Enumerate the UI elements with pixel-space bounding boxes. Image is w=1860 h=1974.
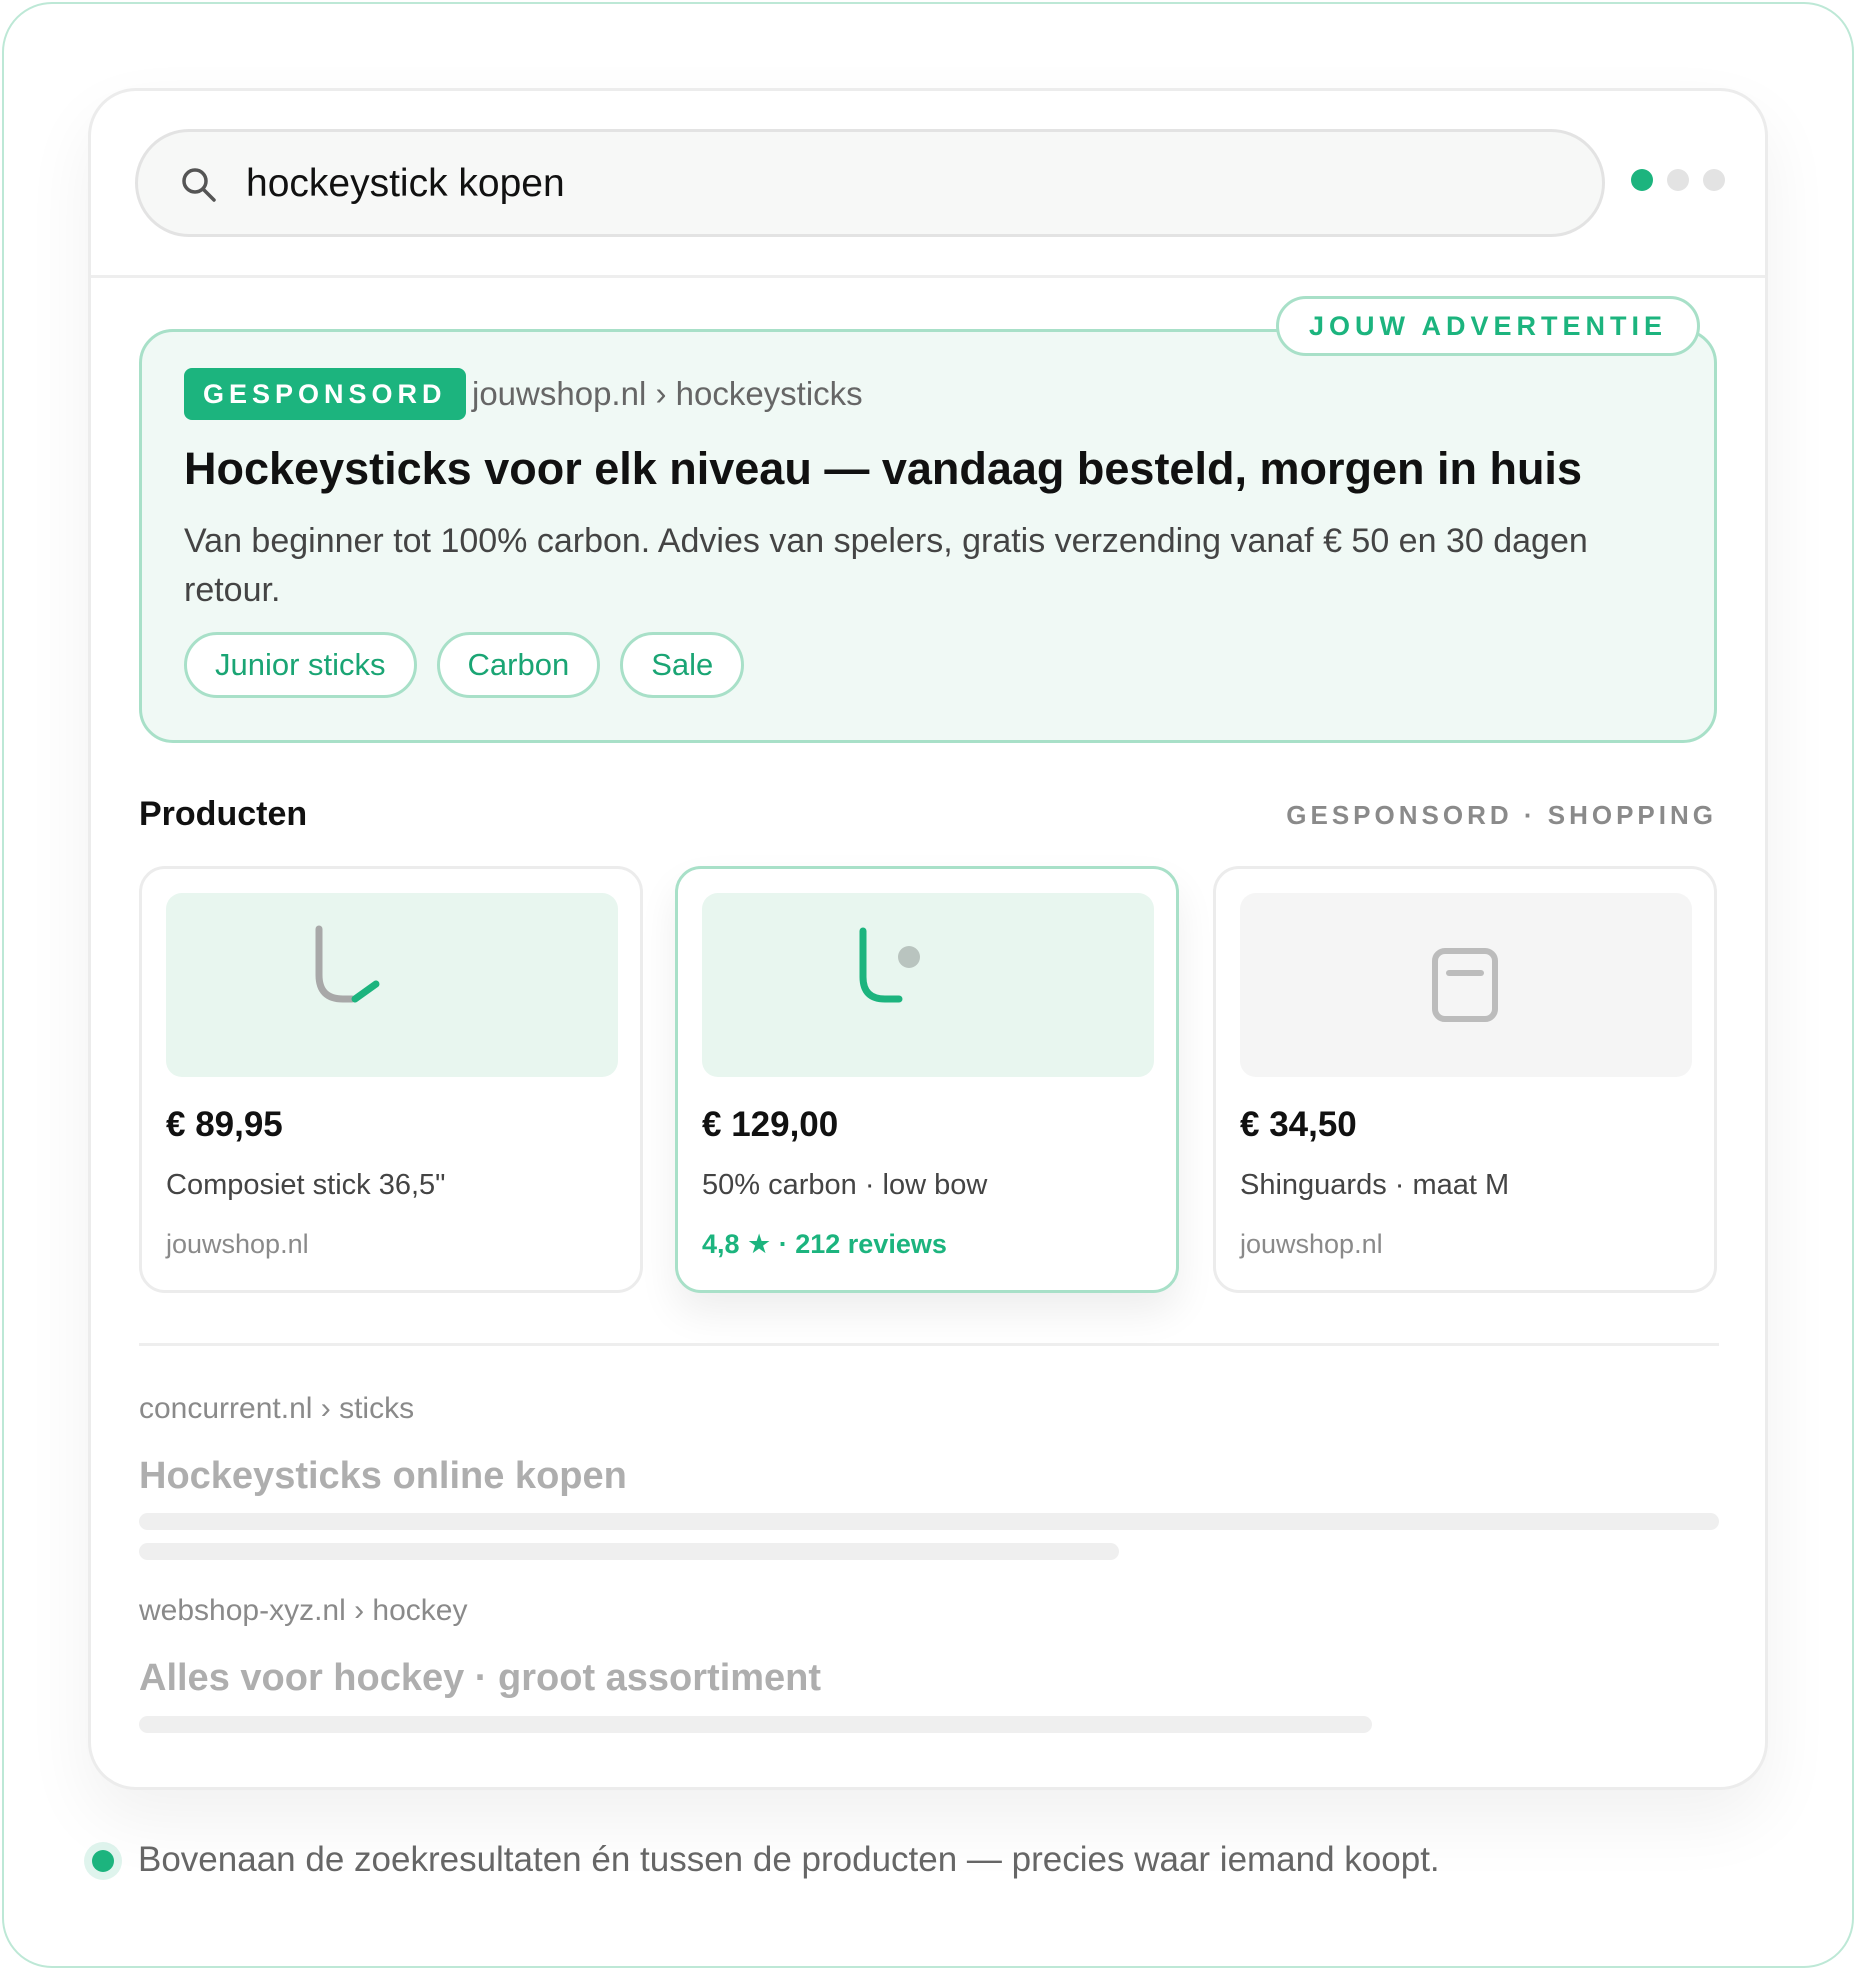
pagination-dots (1631, 169, 1725, 191)
placeholder-line (139, 1513, 1719, 1530)
product-image (1240, 893, 1692, 1077)
product-name[interactable]: 50% carbon · low bow (702, 1165, 987, 1205)
product-image (702, 893, 1154, 1077)
chip-carbon[interactable]: Carbon (436, 632, 601, 698)
caption: Bovenaan de zoekresultaten én tussen de … (138, 1840, 1440, 1879)
dot-active (1631, 169, 1653, 191)
product-card[interactable]: € 89,95 Composiet stick 36,5" jouwshop.n… (139, 866, 643, 1293)
dot (1703, 169, 1725, 191)
header-divider (91, 275, 1765, 278)
hockey-stick-icon (315, 925, 380, 1003)
chip-sale[interactable]: Sale (620, 632, 745, 698)
product-price: € 129,00 (702, 1105, 839, 1144)
search-bar[interactable]: hockeystick kopen (135, 129, 1605, 237)
shinguard-icon (1432, 948, 1498, 1022)
organic-result-title[interactable]: Hockeysticks online kopen (139, 1451, 627, 1501)
product-card-highlighted[interactable]: € 129,00 50% carbon · low bow 4,8 ★ · 21… (675, 866, 1179, 1293)
placeholder-line (139, 1716, 1372, 1733)
your-ad-label: JOUW ADVERTENTIE (1276, 296, 1701, 356)
ad-sitelinks: Junior sticks Carbon Sale (184, 632, 745, 698)
product-shop: jouwshop.nl (1240, 1229, 1383, 1259)
search-results-window: hockeystick kopen GESPONSORD jouwshop.nl… (88, 88, 1768, 1790)
product-price: € 89,95 (166, 1105, 283, 1144)
hockey-stick-ball-icon (859, 927, 920, 1003)
products-meta: GESPONSORD · SHOPPING (1286, 800, 1717, 830)
ad-description: Van beginner tot 100% carbon. Advies van… (184, 522, 1588, 609)
search-icon (182, 168, 216, 202)
search-input[interactable]: hockeystick kopen (246, 158, 565, 210)
dot (1667, 169, 1689, 191)
product-shop: jouwshop.nl (166, 1229, 309, 1259)
product-name[interactable]: Shinguards · maat M (1240, 1165, 1509, 1205)
product-name[interactable]: Composiet stick 36,5" (166, 1165, 445, 1205)
organic-result-title[interactable]: Alles voor hockey · groot assortiment (139, 1653, 821, 1703)
product-card[interactable]: € 34,50 Shinguards · maat M jouwshop.nl (1213, 866, 1717, 1293)
ad-title[interactable]: Hockeysticks voor elk niveau — vandaag b… (184, 440, 1582, 498)
placeholder-line (139, 1543, 1119, 1560)
bullet-dot (92, 1850, 114, 1872)
organic-result-url[interactable]: concurrent.nl › sticks (139, 1389, 414, 1429)
sponsored-ad-card[interactable]: GESPONSORD jouwshop.nl › hockeysticks Ho… (139, 329, 1717, 743)
product-image (166, 893, 618, 1077)
product-price: € 34,50 (1240, 1105, 1357, 1144)
sponsored-badge: GESPONSORD (184, 368, 466, 420)
organic-result-url[interactable]: webshop-xyz.nl › hockey (139, 1591, 467, 1631)
product-rating: 4,8 ★ · 212 reviews (702, 1229, 947, 1259)
results-divider (139, 1343, 1719, 1346)
chip-junior-sticks[interactable]: Junior sticks (184, 632, 417, 698)
products-heading: Producten (139, 795, 308, 833)
ad-url[interactable]: jouwshop.nl › hockeysticks (472, 372, 863, 416)
